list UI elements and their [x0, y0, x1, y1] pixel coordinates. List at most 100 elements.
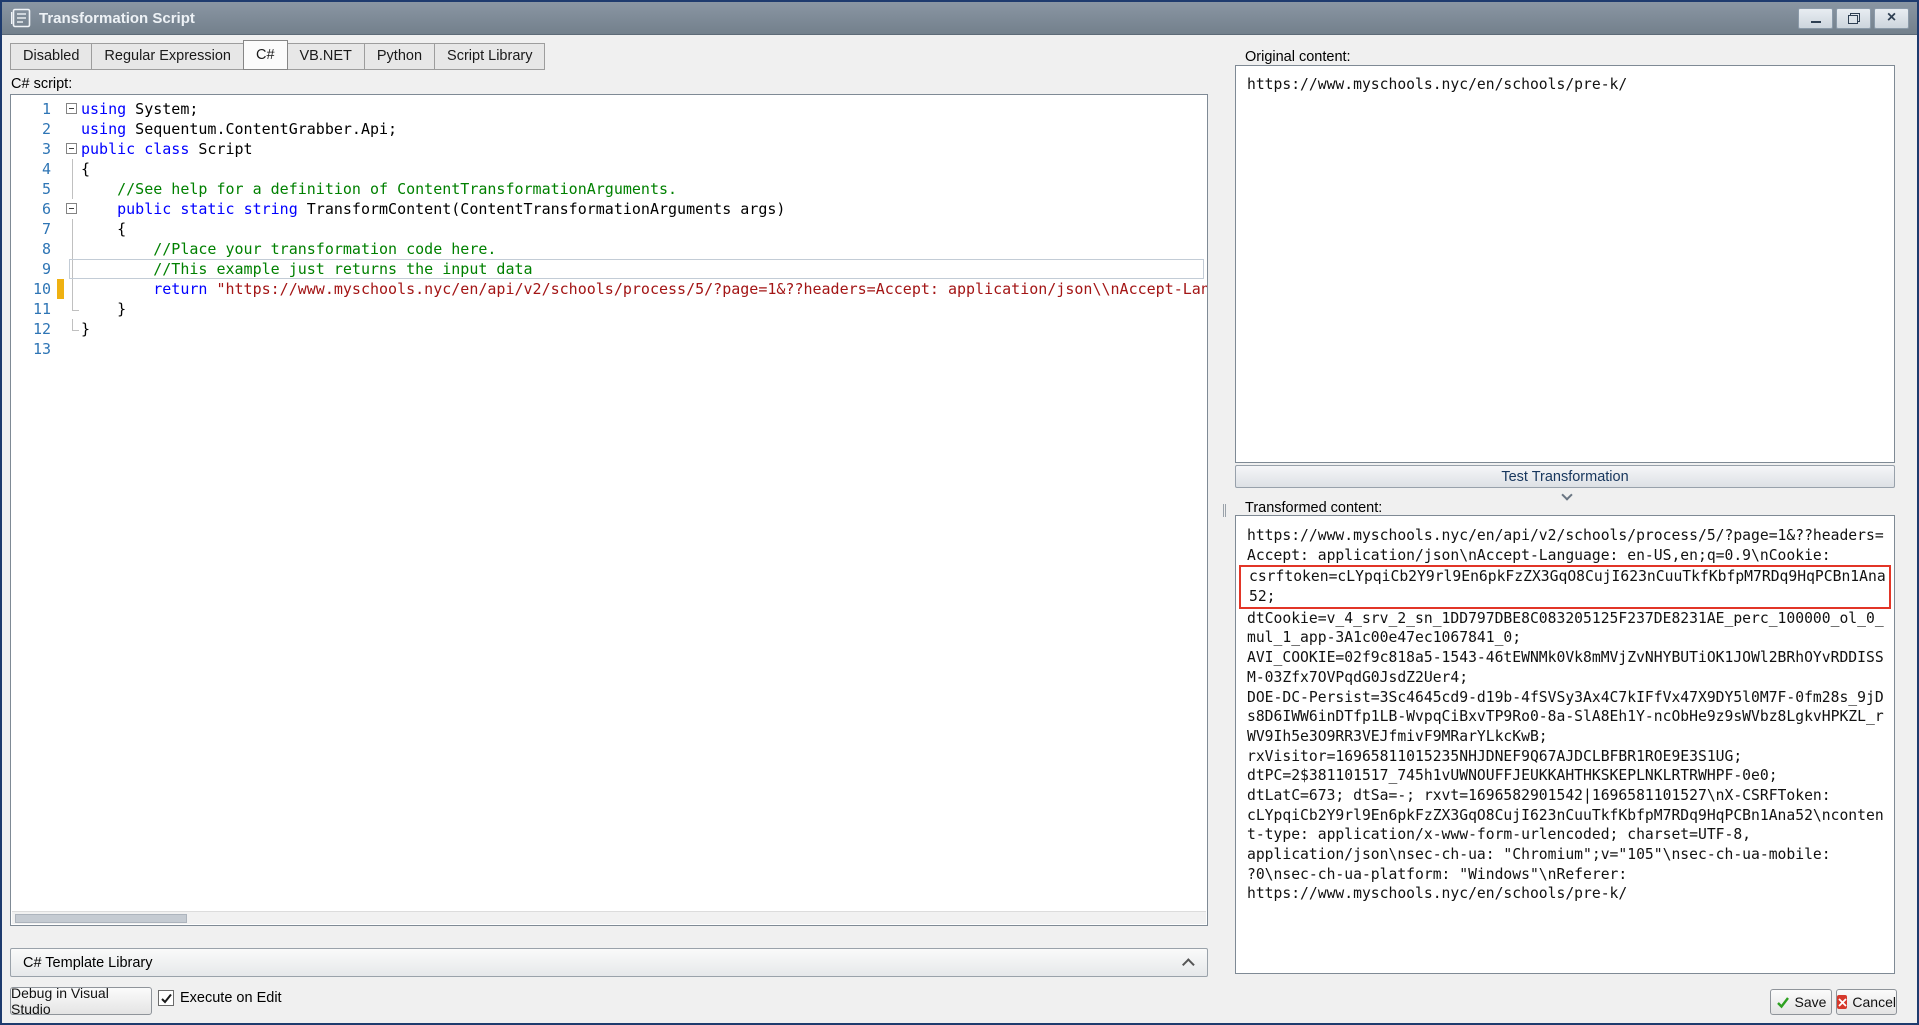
code-editor[interactable]: 1using System;2 using Sequentum.ContentGr…	[10, 94, 1208, 926]
code-line[interactable]: 9 //This example just returns the input …	[11, 259, 1207, 279]
highlight-box: csrftoken=cLYpqiCb2Y9rl9En6pkFzZX3GqO8Cu…	[1239, 565, 1891, 608]
code-text: using Sequentum.ContentGrabber.Api;	[81, 119, 397, 139]
fold-collapse-icon[interactable]	[64, 99, 81, 119]
close-button[interactable]: ×	[1874, 8, 1909, 29]
transformed-line: 52;	[1249, 587, 1881, 607]
scrollbar-thumb[interactable]	[15, 914, 187, 923]
save-check-icon	[1776, 996, 1790, 1009]
transformed-line: dtLatC=673; dtSa=-; rxvt=1696582901542|1…	[1247, 786, 1883, 806]
line-number: 11	[11, 299, 57, 319]
tab-strip: DisabledRegular ExpressionC#VB.NETPython…	[10, 41, 544, 70]
code-line[interactable]: 6 public static string TransformContent(…	[11, 199, 1207, 219]
save-button[interactable]: Save	[1770, 989, 1832, 1015]
fold-margin	[64, 239, 81, 259]
cancel-button[interactable]: Cancel	[1836, 989, 1897, 1015]
line-number: 12	[11, 319, 57, 339]
minimize-icon	[1811, 21, 1821, 23]
code-line[interactable]: 2 using Sequentum.ContentGrabber.Api;	[11, 119, 1207, 139]
splitter-handle[interactable]	[1223, 504, 1226, 517]
fold-margin	[64, 179, 81, 199]
test-transformation-button[interactable]: Test Transformation	[1235, 465, 1895, 488]
line-number: 4	[11, 159, 57, 179]
save-label: Save	[1795, 994, 1827, 1010]
collapse-chevron-icon[interactable]	[1182, 958, 1195, 971]
marker-margin	[57, 339, 64, 359]
marker-margin	[57, 219, 64, 239]
tab-disabled[interactable]: Disabled	[10, 43, 92, 70]
template-library-bar[interactable]: C# Template Library	[10, 948, 1208, 977]
transformed-content-label: Transformed content:	[1245, 500, 1382, 516]
marker-margin	[57, 259, 64, 279]
code-lines: 1using System;2 using Sequentum.ContentGr…	[11, 99, 1207, 911]
app-icon	[11, 8, 31, 28]
fold-margin	[64, 339, 81, 359]
code-text: //Place your transformation code here.	[81, 239, 496, 259]
transformed-line: cLYpqiCb2Y9rl9En6pkFzZX3GqO8CujI623nCuuT…	[1247, 806, 1883, 826]
code-line[interactable]: 7 {	[11, 219, 1207, 239]
code-text: {	[81, 159, 90, 179]
code-text: }	[81, 299, 126, 319]
marker-margin	[57, 239, 64, 259]
fold-collapse-icon[interactable]	[64, 199, 81, 219]
tab-script-library[interactable]: Script Library	[434, 43, 545, 70]
fold-margin	[64, 159, 81, 179]
original-content-text: https://www.myschools.nyc/en/schools/pre…	[1247, 76, 1627, 93]
code-line[interactable]: 1using System;	[11, 99, 1207, 119]
code-line[interactable]: 11 }	[11, 299, 1207, 319]
fold-margin	[64, 259, 81, 279]
horizontal-scrollbar[interactable]	[12, 911, 1206, 924]
code-line[interactable]: 8 //Place your transformation code here.	[11, 239, 1207, 259]
fold-collapse-icon[interactable]	[64, 139, 81, 159]
transformed-line: WV9Ih5e3O9RR3VEJfmivF9MRarYLkcKwB;	[1247, 727, 1883, 747]
tab-python[interactable]: Python	[364, 43, 435, 70]
code-text: using System;	[81, 99, 198, 119]
marker-margin	[57, 319, 64, 339]
code-text: {	[81, 219, 126, 239]
transformed-line: DOE-DC-Persist=3Sc4645cd9-d19b-4fSVSy3Ax…	[1247, 688, 1883, 708]
line-number: 8	[11, 239, 57, 259]
code-text: //See help for a definition of ContentTr…	[81, 179, 677, 199]
transformed-line: dtCookie=v_4_srv_2_sn_1DD797DBE8C0832051…	[1247, 609, 1883, 629]
tab-vb-net[interactable]: VB.NET	[287, 43, 365, 70]
code-line[interactable]: 5 //See help for a definition of Content…	[11, 179, 1207, 199]
line-number: 2	[11, 119, 57, 139]
code-line[interactable]: 10 return "https://www.myschools.nyc/en/…	[11, 279, 1207, 299]
fold-margin	[64, 219, 81, 239]
code-text: //This example just returns the input da…	[81, 259, 533, 279]
minimize-button[interactable]	[1798, 8, 1833, 29]
execute-on-edit-checkbox-group[interactable]: Execute on Edit	[158, 990, 282, 1006]
line-number: 5	[11, 179, 57, 199]
transformed-line: t-type: application/x-www-form-urlencode…	[1247, 825, 1883, 845]
transformed-text: https://www.myschools.nyc/en/api/v2/scho…	[1247, 526, 1883, 904]
line-number: 13	[11, 339, 57, 359]
splitter-collapse-chevron-icon[interactable]	[1558, 491, 1576, 501]
restore-button[interactable]	[1836, 8, 1871, 29]
marker-margin	[57, 159, 64, 179]
code-text: }	[81, 319, 90, 339]
code-line[interactable]: 4{	[11, 159, 1207, 179]
fold-margin	[64, 299, 81, 319]
code-line[interactable]: 13	[11, 339, 1207, 359]
transformed-line: mul_1_app-3A1c00e47ec1067841_0;	[1247, 628, 1883, 648]
transformed-content-box[interactable]: https://www.myschools.nyc/en/api/v2/scho…	[1235, 515, 1895, 974]
cancel-label: Cancel	[1852, 994, 1896, 1010]
tab-regular-expression[interactable]: Regular Expression	[91, 43, 244, 70]
titlebar[interactable]: Transformation Script ×	[2, 2, 1917, 35]
code-line[interactable]: 3public class Script	[11, 139, 1207, 159]
execute-on-edit-checkbox[interactable]	[158, 990, 174, 1006]
restore-icon	[1848, 13, 1860, 24]
transformed-line: application/json\nsec-ch-ua: "Chromium";…	[1247, 845, 1883, 865]
fold-margin	[64, 119, 81, 139]
cancel-x-icon	[1837, 995, 1847, 1009]
original-content-box[interactable]: https://www.myschools.nyc/en/schools/pre…	[1235, 65, 1895, 463]
transformed-line: AVI_COOKIE=02f9c818a5-1543-46tEWNMk0Vk8m…	[1247, 648, 1883, 668]
transformed-line: csrftoken=cLYpqiCb2Y9rl9En6pkFzZX3GqO8Cu…	[1249, 567, 1881, 587]
line-number: 10	[11, 279, 57, 299]
transformed-line: https://www.myschools.nyc/en/api/v2/scho…	[1247, 526, 1883, 546]
original-content-label: Original content:	[1245, 49, 1351, 65]
line-number: 6	[11, 199, 57, 219]
tab-c[interactable]: C#	[243, 40, 288, 70]
code-line[interactable]: 12}	[11, 319, 1207, 339]
debug-in-visual-studio-button[interactable]: Debug in Visual Studio	[10, 987, 152, 1015]
execute-on-edit-label: Execute on Edit	[180, 990, 282, 1006]
